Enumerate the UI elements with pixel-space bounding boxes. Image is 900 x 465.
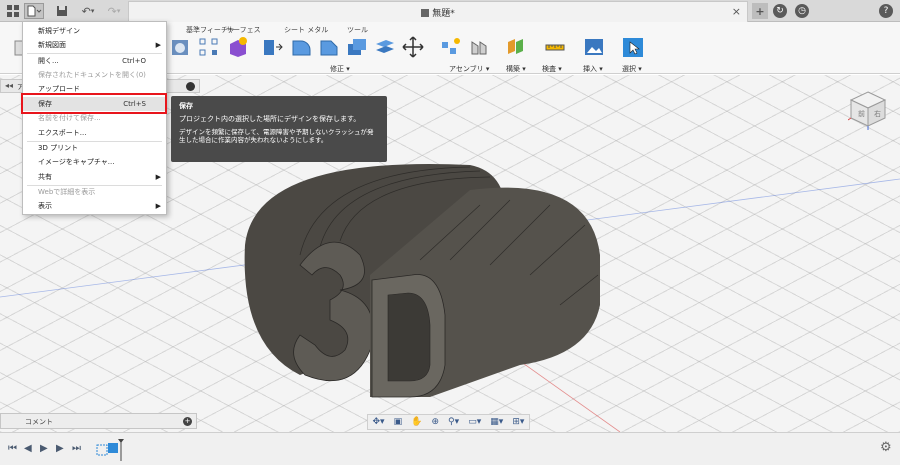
- display-settings-icon[interactable]: ▭▾: [468, 417, 481, 427]
- look-at-icon[interactable]: ▣: [394, 417, 403, 427]
- timeline-settings-gear-icon[interactable]: ⚙: [880, 440, 892, 455]
- inspect-group-label[interactable]: 検査 ▾: [542, 64, 562, 74]
- timeline-next-icon[interactable]: ▶: [56, 443, 64, 454]
- view-cube[interactable]: 前 右: [848, 90, 888, 130]
- fit-icon[interactable]: ⚲▾: [448, 417, 459, 427]
- menu-item-share[interactable]: 共有 ▶: [23, 170, 166, 184]
- timeline-bar: ⏮ ◀ ▶ ▶ ⏭ ⚙: [0, 432, 900, 465]
- menu-item-export[interactable]: エクスポート...: [23, 126, 166, 140]
- modify-group-label[interactable]: 修正 ▾: [330, 64, 350, 74]
- select-group-label[interactable]: 選択 ▾: [622, 64, 642, 74]
- document-tab[interactable]: 無題* ×: [128, 1, 748, 22]
- browser-options-icon[interactable]: [186, 82, 195, 91]
- timeline-end-icon[interactable]: ⏭: [72, 443, 81, 454]
- mirror-icon[interactable]: [226, 36, 248, 58]
- tab-sheet-metal[interactable]: シート メタル: [284, 25, 328, 35]
- construct-group-label[interactable]: 構築 ▾: [506, 64, 526, 74]
- app-menu-icon[interactable]: [4, 3, 22, 19]
- menu-item-view-on-web: Webで詳細を表示: [38, 188, 96, 196]
- collapse-browser-icon[interactable]: ◂◂: [5, 81, 13, 90]
- timeline-prev-icon[interactable]: ◀: [24, 443, 32, 454]
- as-built-joint-icon[interactable]: [468, 36, 490, 58]
- select-icon[interactable]: [622, 36, 644, 58]
- split-body-icon[interactable]: [374, 36, 396, 58]
- fillet-icon[interactable]: [290, 36, 312, 58]
- document-icon: [421, 9, 430, 17]
- view-cube-right: 右: [874, 109, 881, 118]
- assemble-group-label[interactable]: アセンブリ ▾: [449, 64, 489, 74]
- submenu-arrow-icon: ▶: [155, 202, 161, 210]
- orbit-icon[interactable]: ✥▾: [373, 417, 385, 427]
- tab-surface[interactable]: サーフェス: [226, 25, 261, 35]
- letter-d-inner: [387, 292, 431, 382]
- document-title: 無題*: [129, 6, 747, 19]
- hole-icon[interactable]: [170, 36, 192, 58]
- file-menu-button[interactable]: [24, 3, 44, 19]
- save-highlight-box: [21, 93, 167, 114]
- add-tab-icon[interactable]: +: [752, 3, 768, 19]
- grid-settings-icon[interactable]: ▦▾: [490, 417, 503, 427]
- tab-tools[interactable]: ツール: [347, 25, 368, 35]
- measure-icon[interactable]: [544, 36, 566, 58]
- save-tooltip: 保存 プロジェクト内の選択した場所にデザインを保存します。 デザインを頻繁に保存…: [171, 96, 387, 162]
- add-comment-icon[interactable]: +: [183, 417, 192, 426]
- chamfer-icon[interactable]: [318, 36, 340, 58]
- viewports-icon[interactable]: ⊞▾: [512, 417, 524, 427]
- new-joint-icon[interactable]: [440, 36, 462, 58]
- save-icon[interactable]: [54, 3, 70, 19]
- pattern-icon[interactable]: [198, 36, 220, 58]
- close-tab-icon[interactable]: ×: [732, 5, 741, 18]
- menu-item-view[interactable]: 表示 ▶: [23, 199, 166, 213]
- tooltip-title: 保存: [179, 102, 193, 110]
- view-cube-front: 前: [858, 109, 865, 118]
- offset-plane-icon[interactable]: [505, 36, 527, 58]
- job-status-icon[interactable]: ↻: [772, 3, 788, 19]
- pan-icon[interactable]: ✋: [411, 417, 422, 427]
- press-pull-icon[interactable]: [262, 36, 284, 58]
- help-icon[interactable]: ?: [878, 3, 894, 19]
- tooltip-description: デザインを頻繁に保存して、電源障害や予期しないクラッシュが発生した場合に作業内容…: [179, 128, 374, 144]
- move-icon[interactable]: [402, 36, 424, 58]
- timeline-start-icon[interactable]: ⏮: [8, 443, 17, 454]
- file-dropdown-menu: 新規デザイン 新規図面 ▶ 開く... Ctrl+O 保存されたドキュメントを開く(…: [22, 21, 167, 215]
- shell-icon[interactable]: [346, 36, 368, 58]
- menu-item-recover-documents: 保存されたドキュメントを開く(0): [38, 71, 146, 79]
- insert-image-icon[interactable]: [583, 36, 605, 58]
- undo-icon[interactable]: ↶ ▾: [78, 3, 98, 19]
- notifications-icon[interactable]: ◷: [794, 3, 810, 19]
- redo-icon[interactable]: ↷ ▾: [104, 3, 124, 19]
- title-bar: ↶ ▾ ↷ ▾ 無題* × + ↻ ◷ ?: [0, 0, 900, 22]
- comments-label: コメント: [25, 418, 53, 426]
- menu-item-new-design[interactable]: 新規デザイン: [23, 24, 166, 38]
- tooltip-summary: プロジェクト内の選択した場所にデザインを保存します。: [179, 115, 361, 123]
- menu-item-new-drawing[interactable]: 新規図面 ▶: [23, 38, 166, 52]
- timeline-feature-icon[interactable]: [96, 439, 128, 461]
- menu-item-open[interactable]: 開く... Ctrl+O: [23, 54, 166, 68]
- menu-item-3d-print[interactable]: 3D プリント: [23, 141, 166, 155]
- submenu-arrow-icon: ▶: [155, 173, 161, 181]
- insert-group-label[interactable]: 挿入 ▾: [583, 64, 603, 74]
- zoom-icon[interactable]: ⊕: [431, 417, 439, 427]
- navigation-toolbar: ✥▾ ▣ ✋ ⊕ ⚲▾ ▭▾ ▦▾ ⊞▾: [367, 414, 530, 430]
- submenu-arrow-icon: ▶: [155, 41, 161, 49]
- menu-item-capture-image[interactable]: イメージをキャプチャ...: [23, 155, 166, 169]
- comments-panel[interactable]: コメント +: [0, 413, 197, 429]
- timeline-play-icon[interactable]: ▶: [40, 443, 48, 454]
